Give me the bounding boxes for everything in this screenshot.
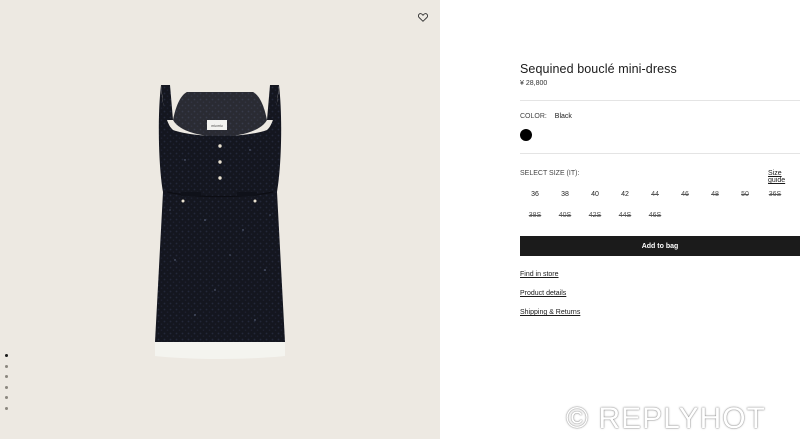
size-option[interactable]: 38	[550, 189, 580, 200]
size-options: 36 38 40 42 44 46 48 50 36S 38S 40S 42S …	[520, 189, 790, 221]
product-details-link[interactable]: Product details	[520, 290, 566, 297]
color-label: COLOR:	[520, 113, 547, 120]
gallery-dot[interactable]	[5, 375, 8, 378]
color-swatch-black[interactable]	[520, 129, 532, 141]
product-panel: Sequined bouclé mini-dress ¥ 28,800 COLO…	[520, 0, 800, 439]
product-title: Sequined bouclé mini-dress	[520, 62, 677, 76]
color-value: Black	[554, 113, 572, 120]
gallery-dot[interactable]	[5, 364, 8, 368]
watermark: © REPLYHOT	[566, 402, 766, 435]
divider	[520, 100, 800, 101]
svg-text:miu miu: miu miu	[211, 124, 222, 128]
divider	[520, 153, 800, 154]
product-gallery: miu miu	[0, 0, 440, 439]
size-option-unavailable[interactable]: 50	[730, 189, 760, 200]
size-select-label: SELECT SIZE (IT):	[520, 170, 580, 177]
wishlist-button[interactable]	[416, 10, 430, 24]
size-option-unavailable[interactable]: 44	[640, 189, 670, 200]
gallery-dot[interactable]	[5, 385, 8, 389]
heart-icon	[418, 12, 428, 22]
size-option-unavailable[interactable]: 40S	[550, 210, 580, 221]
gallery-dot[interactable]	[5, 406, 8, 410]
dress-image: miu miu	[155, 85, 285, 359]
shipping-returns-link[interactable]: Shipping & Returns	[520, 309, 580, 316]
size-option-unavailable[interactable]: 46S	[640, 210, 670, 221]
color-row: COLOR: Black	[520, 113, 572, 120]
size-option[interactable]: 40	[580, 189, 610, 200]
size-guide-link[interactable]: Size guide	[768, 170, 800, 184]
size-option-unavailable[interactable]: 46	[670, 189, 700, 200]
gallery-dot[interactable]	[5, 396, 8, 399]
size-option-unavailable[interactable]: 44S	[610, 210, 640, 221]
size-option-unavailable[interactable]: 48	[700, 189, 730, 200]
size-option-unavailable[interactable]: 38S	[520, 210, 550, 221]
find-in-store-link[interactable]: Find in store	[520, 271, 559, 278]
size-option[interactable]: 42	[610, 189, 640, 200]
size-option-unavailable[interactable]: 36S	[760, 189, 790, 200]
gallery-dot[interactable]	[5, 354, 8, 357]
add-to-bag-button[interactable]: Add to bag	[520, 236, 800, 256]
size-option-unavailable[interactable]: 42S	[580, 210, 610, 221]
size-option[interactable]: 36	[520, 189, 550, 200]
product-price: ¥ 28,800	[520, 80, 548, 87]
gallery-pagination	[5, 354, 8, 410]
